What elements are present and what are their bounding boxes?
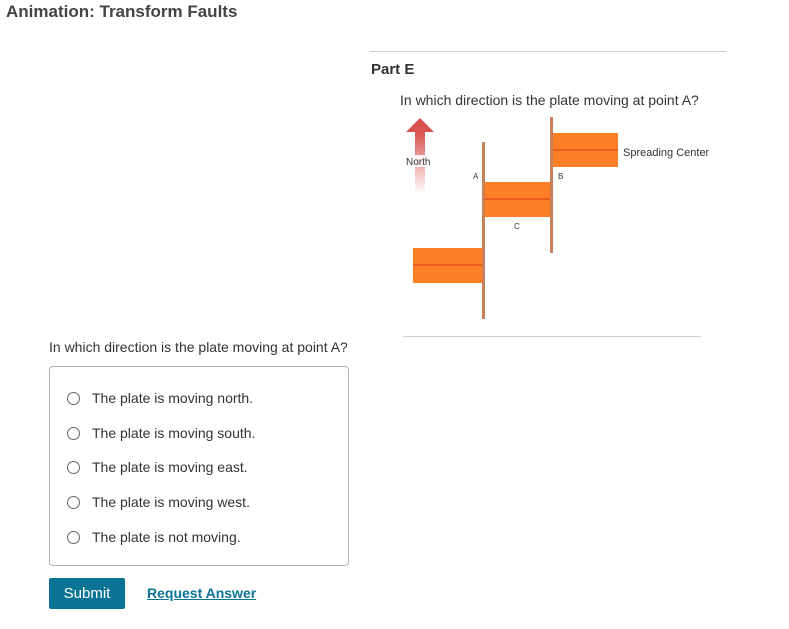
answer-options: The plate is moving north. The plate is … — [49, 366, 349, 566]
transform-fault-diagram: North A B C Spreading Center — [406, 117, 710, 319]
option-label: The plate is moving east. — [92, 459, 248, 475]
option-label: The plate is moving west. — [92, 494, 250, 510]
radio-button-icon[interactable] — [67, 391, 80, 405]
spreading-center-label: Spreading Center — [623, 147, 710, 159]
option-south[interactable]: The plate is moving south. — [67, 422, 255, 444]
part-label: Part E — [371, 61, 415, 78]
question-text: In which direction is the plate moving a… — [49, 339, 348, 355]
radio-button-icon[interactable] — [67, 460, 80, 474]
option-east[interactable]: The plate is moving east. — [67, 456, 248, 478]
option-not-moving[interactable]: The plate is not moving. — [67, 526, 241, 548]
figure-bottom-edge — [402, 336, 702, 340]
page-title: Animation: Transform Faults — [6, 2, 238, 21]
point-a-label: A — [473, 172, 479, 181]
submit-button[interactable]: Submit — [49, 578, 125, 609]
request-answer-link[interactable]: Request Answer — [147, 585, 256, 601]
point-c-label: C — [514, 222, 520, 231]
option-label: The plate is moving south. — [92, 425, 256, 441]
radio-button-icon[interactable] — [67, 495, 80, 509]
point-b-label: B — [558, 172, 563, 181]
option-west[interactable]: The plate is moving west. — [67, 491, 250, 513]
option-label: The plate is not moving. — [92, 529, 241, 545]
radio-button-icon[interactable] — [67, 426, 80, 440]
option-north[interactable]: The plate is moving north. — [67, 387, 253, 409]
figure-question: In which direction is the plate moving a… — [400, 92, 699, 108]
radio-button-icon[interactable] — [67, 530, 80, 544]
option-label: The plate is moving north. — [92, 390, 254, 406]
figure-card: Part E In which direction is the plate m… — [370, 51, 726, 342]
north-label: North — [406, 157, 430, 168]
